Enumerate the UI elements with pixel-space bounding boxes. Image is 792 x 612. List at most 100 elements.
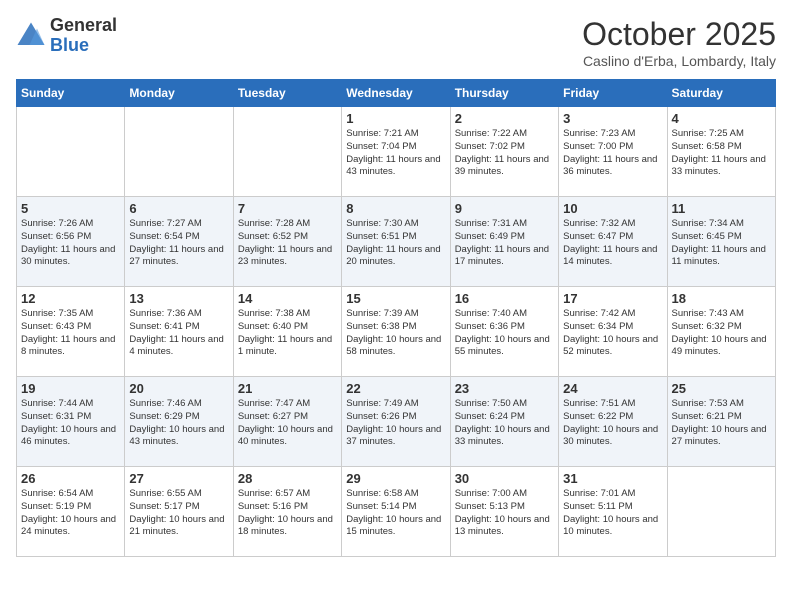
calendar-cell: 28 Sunrise: 6:57 AMSunset: 5:16 PMDayligh… [233,467,341,557]
day-number: 13 [129,291,228,306]
weekday-header-row: SundayMondayTuesdayWednesdayThursdayFrid… [17,80,776,107]
day-number: 14 [238,291,337,306]
day-info: Sunrise: 7:23 AMSunset: 7:00 PMDaylight:… [563,128,662,179]
day-info: Sunrise: 7:25 AMSunset: 6:58 PMDaylight:… [672,128,771,179]
day-number: 18 [672,291,771,306]
day-number: 28 [238,471,337,486]
day-info: Sunrise: 7:38 AMSunset: 6:40 PMDaylight:… [238,308,337,359]
day-number: 24 [563,381,662,396]
calendar-cell [17,107,125,197]
calendar-cell: 14 Sunrise: 7:38 AMSunset: 6:40 PMDayligh… [233,287,341,377]
day-info: Sunrise: 7:27 AMSunset: 6:54 PMDaylight:… [129,218,228,269]
day-number: 9 [455,201,554,216]
day-info: Sunrise: 7:31 AMSunset: 6:49 PMDaylight:… [455,218,554,269]
day-number: 11 [672,201,771,216]
day-info: Sunrise: 6:55 AMSunset: 5:17 PMDaylight:… [129,488,228,539]
calendar-cell: 12 Sunrise: 7:35 AMSunset: 6:43 PMDayligh… [17,287,125,377]
calendar-cell: 10 Sunrise: 7:32 AMSunset: 6:47 PMDayligh… [559,197,667,287]
calendar-cell: 21Sunrise: 7:47 AMSunset: 6:27 PMDayligh… [233,377,341,467]
day-info: Sunrise: 6:57 AMSunset: 5:16 PMDaylight:… [238,488,337,539]
day-number: 7 [238,201,337,216]
calendar-week-row: 19 Sunrise: 7:44 AMSunset: 6:31 PMDayligh… [17,377,776,467]
calendar-cell: 7 Sunrise: 7:28 AMSunset: 6:52 PMDaylight… [233,197,341,287]
day-number: 10 [563,201,662,216]
calendar-table: SundayMondayTuesdayWednesdayThursdayFrid… [16,79,776,557]
month-title: October 2025 [582,16,776,53]
day-number: 19 [21,381,120,396]
day-number: 6 [129,201,228,216]
calendar-cell: 3Sunrise: 7:23 AMSunset: 7:00 PMDaylight… [559,107,667,197]
title-block: October 2025 Caslino d'Erba, Lombardy, I… [582,16,776,69]
day-info: Sunrise: 7:21 AMSunset: 7:04 PMDaylight:… [346,128,445,179]
calendar-cell: 13 Sunrise: 7:36 AMSunset: 6:41 PMDayligh… [125,287,233,377]
day-number: 1 [346,111,445,126]
calendar-cell: 2 Sunrise: 7:22 AMSunset: 7:02 PMDaylight… [450,107,558,197]
day-info: Sunrise: 7:39 AMSunset: 6:38 PMDaylight:… [346,308,445,359]
calendar-cell: 15Sunrise: 7:39 AMSunset: 6:38 PMDayligh… [342,287,450,377]
day-info: Sunrise: 7:36 AMSunset: 6:41 PMDaylight:… [129,308,228,359]
day-info: Sunrise: 7:30 AMSunset: 6:51 PMDaylight:… [346,218,445,269]
calendar-cell: 19 Sunrise: 7:44 AMSunset: 6:31 PMDayligh… [17,377,125,467]
day-info: Sunrise: 7:35 AMSunset: 6:43 PMDaylight:… [21,308,120,359]
day-info: Sunrise: 7:28 AMSunset: 6:52 PMDaylight:… [238,218,337,269]
day-number: 8 [346,201,445,216]
calendar-cell: 30 Sunrise: 7:00 AMSunset: 5:13 PMDayligh… [450,467,558,557]
day-number: 31 [563,471,662,486]
weekday-header: Tuesday [233,80,341,107]
day-number: 4 [672,111,771,126]
weekday-header: Sunday [17,80,125,107]
location-subtitle: Caslino d'Erba, Lombardy, Italy [582,53,776,69]
calendar-cell: 5Sunrise: 7:26 AMSunset: 6:56 PMDaylight… [17,197,125,287]
day-info: Sunrise: 7:42 AMSunset: 6:34 PMDaylight:… [563,308,662,359]
calendar-cell: 11Sunrise: 7:34 AMSunset: 6:45 PMDayligh… [667,197,775,287]
calendar-cell: 26 Sunrise: 6:54 AMSunset: 5:19 PMDayligh… [17,467,125,557]
day-info: Sunrise: 7:44 AMSunset: 6:31 PMDaylight:… [21,398,120,449]
calendar-cell: 1 Sunrise: 7:21 AMSunset: 7:04 PMDaylight… [342,107,450,197]
calendar-cell: 24 Sunrise: 7:51 AMSunset: 6:22 PMDayligh… [559,377,667,467]
calendar-cell: 4 Sunrise: 7:25 AMSunset: 6:58 PMDaylight… [667,107,775,197]
page-header: General Blue October 2025 Caslino d'Erba… [16,16,776,69]
weekday-header: Monday [125,80,233,107]
calendar-cell: 20 Sunrise: 7:46 AMSunset: 6:29 PMDayligh… [125,377,233,467]
calendar-cell: 29 Sunrise: 6:58 AMSunset: 5:14 PMDayligh… [342,467,450,557]
weekday-header: Wednesday [342,80,450,107]
day-info: Sunrise: 7:22 AMSunset: 7:02 PMDaylight:… [455,128,554,179]
weekday-header: Friday [559,80,667,107]
day-info: Sunrise: 7:53 AMSunset: 6:21 PMDaylight:… [672,398,771,449]
day-info: Sunrise: 6:54 AMSunset: 5:19 PMDaylight:… [21,488,120,539]
weekday-header: Thursday [450,80,558,107]
day-number: 26 [21,471,120,486]
calendar-week-row: 12 Sunrise: 7:35 AMSunset: 6:43 PMDayligh… [17,287,776,377]
calendar-cell: 8 Sunrise: 7:30 AMSunset: 6:51 PMDaylight… [342,197,450,287]
day-number: 29 [346,471,445,486]
calendar-cell [667,467,775,557]
day-number: 23 [455,381,554,396]
calendar-cell [233,107,341,197]
day-info: Sunrise: 6:58 AMSunset: 5:14 PMDaylight:… [346,488,445,539]
day-info: Sunrise: 7:32 AMSunset: 6:47 PMDaylight:… [563,218,662,269]
day-number: 30 [455,471,554,486]
day-number: 25 [672,381,771,396]
day-number: 20 [129,381,228,396]
day-info: Sunrise: 7:47 AMSunset: 6:27 PMDaylight:… [238,398,337,449]
calendar-cell: 25 Sunrise: 7:53 AMSunset: 6:21 PMDayligh… [667,377,775,467]
day-number: 27 [129,471,228,486]
day-number: 2 [455,111,554,126]
day-number: 12 [21,291,120,306]
day-info: Sunrise: 7:40 AMSunset: 6:36 PMDaylight:… [455,308,554,359]
day-info: Sunrise: 7:00 AMSunset: 5:13 PMDaylight:… [455,488,554,539]
day-info: Sunrise: 7:46 AMSunset: 6:29 PMDaylight:… [129,398,228,449]
day-info: Sunrise: 7:51 AMSunset: 6:22 PMDaylight:… [563,398,662,449]
day-info: Sunrise: 7:49 AMSunset: 6:26 PMDaylight:… [346,398,445,449]
calendar-cell: 23Sunrise: 7:50 AMSunset: 6:24 PMDayligh… [450,377,558,467]
calendar-cell [125,107,233,197]
calendar-week-row: 1 Sunrise: 7:21 AMSunset: 7:04 PMDaylight… [17,107,776,197]
day-info: Sunrise: 7:43 AMSunset: 6:32 PMDaylight:… [672,308,771,359]
calendar-cell: 17Sunrise: 7:42 AMSunset: 6:34 PMDayligh… [559,287,667,377]
calendar-cell: 31 Sunrise: 7:01 AMSunset: 5:11 PMDayligh… [559,467,667,557]
calendar-cell: 22Sunrise: 7:49 AMSunset: 6:26 PMDayligh… [342,377,450,467]
calendar-week-row: 26 Sunrise: 6:54 AMSunset: 5:19 PMDayligh… [17,467,776,557]
day-number: 16 [455,291,554,306]
day-info: Sunrise: 7:01 AMSunset: 5:11 PMDaylight:… [563,488,662,539]
calendar-week-row: 5Sunrise: 7:26 AMSunset: 6:56 PMDaylight… [17,197,776,287]
